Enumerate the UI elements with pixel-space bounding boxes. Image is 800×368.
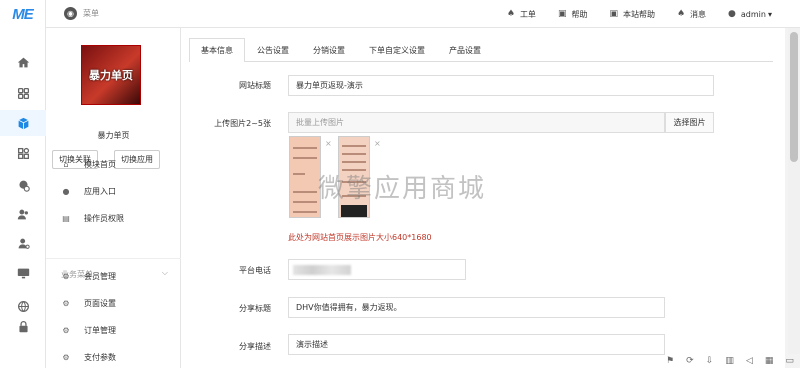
scrollbar[interactable] <box>788 28 800 354</box>
topbar-help[interactable]: ▣ 帮助 <box>558 9 588 20</box>
switch-app-button[interactable]: 切换应用 <box>114 150 160 169</box>
home-icon: ⌂ <box>63 159 69 169</box>
bell-icon: ♠ <box>506 9 515 19</box>
app-logo: ME <box>12 5 34 23</box>
redacted-phone <box>293 265 351 275</box>
caret-down-icon: ▾ <box>767 9 772 19</box>
top-bar: ◉ 菜单 ♠ 工单 ▣ 帮助 ▣ 本站帮助 ♠ 消息 ● admin ▾ <box>46 0 800 28</box>
cube-icon[interactable] <box>0 110 46 136</box>
upload-label: 上传图片2~5张 <box>214 119 271 128</box>
status-bar: ⚑ ⟳ ⇩ ▥ ◁ ▦ ▭ <box>660 354 800 368</box>
tab-item[interactable]: 分销设置 <box>301 38 357 62</box>
upload-input[interactable]: 批量上传图片 <box>288 112 665 133</box>
upload-hint: 此处为网站首页展示图片大小640*1680 <box>288 233 432 242</box>
phone-label: 平台电话 <box>239 266 271 275</box>
monitor-icon[interactable] <box>0 260 46 286</box>
sidebar-item[interactable]: ● 应用入口 <box>60 185 117 197</box>
download-icon[interactable]: ⇩ <box>706 356 714 366</box>
remove-image-icon[interactable]: × <box>325 139 332 148</box>
topbar-label: 消息 <box>690 9 707 19</box>
sidebar-item[interactable]: ⌂ 模块首页 <box>60 158 116 170</box>
topbar-label: admin <box>740 9 766 19</box>
topbar-label: 工单 <box>519 9 536 19</box>
site-title-label: 网站标题 <box>239 81 271 90</box>
tab-bar: 基本信息 公告设置 分销设置 下单自定义设置 产品设置 <box>189 38 773 62</box>
users-icon[interactable] <box>0 201 46 227</box>
sidebar-item[interactable]: ⚙ 订单管理 <box>60 324 116 336</box>
choose-image-button[interactable]: 选择图片 <box>665 112 714 133</box>
bell-icon: ♠ <box>676 9 686 19</box>
share-desc-input[interactable]: 演示描述 <box>288 334 665 355</box>
sidebar-item-label: 应用入口 <box>84 186 116 196</box>
gear-icon: ⚙ <box>62 352 70 362</box>
sidebar-item-label: 页面设置 <box>84 298 116 308</box>
share-title-input[interactable]: DHV你值得拥有，暴力返现。 <box>288 297 665 318</box>
app-name: 暴力单页 <box>97 131 130 140</box>
layers-icon[interactable] <box>0 172 46 198</box>
scroll-thumb[interactable] <box>790 32 798 162</box>
apps-icon[interactable] <box>0 140 46 166</box>
menu-label: 菜单 <box>83 9 99 18</box>
icon-rail: ME <box>0 0 46 368</box>
rocket-icon[interactable]: ⚑ <box>666 356 674 366</box>
app-thumbnail: 暴力单页 <box>81 45 141 105</box>
sidebar-item-label: 会员管理 <box>84 271 116 281</box>
tab-item[interactable]: 产品设置 <box>437 38 493 62</box>
sidebar-item-label: 订单管理 <box>84 325 116 335</box>
remove-image-icon[interactable]: × <box>374 139 381 148</box>
topbar-label: 本站帮助 <box>622 9 655 19</box>
gear-icon: ⚙ <box>62 271 70 281</box>
user-icon: ● <box>728 9 736 19</box>
topbar-messages[interactable]: ♠ 消息 <box>677 9 706 20</box>
divider <box>46 258 181 259</box>
gear-icon: ⚙ <box>62 298 70 308</box>
document-icon: ▤ <box>62 213 70 223</box>
refresh-icon[interactable]: ⟳ <box>686 356 694 366</box>
sidebar-item-label: 操作员权限 <box>84 213 124 223</box>
sidebar-item[interactable]: ▤ 操作员权限 <box>60 212 124 224</box>
tab-item[interactable]: 下单自定义设置 <box>357 38 437 62</box>
tab-item[interactable]: 基本信息 <box>189 38 245 62</box>
book-icon: ▣ <box>609 9 618 19</box>
site-title-input[interactable]: 暴力单页返现-演示 <box>288 75 714 96</box>
book-icon: ▣ <box>557 9 567 19</box>
chat-icon: ● <box>62 186 70 196</box>
sidebar-item[interactable]: ⚙ 页面设置 <box>60 297 116 309</box>
tab-item[interactable]: 公告设置 <box>245 38 301 62</box>
sidebar-item[interactable]: ⚙ 会员管理 <box>60 270 116 282</box>
chevron-down-icon[interactable]: ⌵ <box>162 268 168 278</box>
watermark: 微擎应用商城 <box>318 174 487 204</box>
uploaded-image <box>289 136 321 218</box>
globe-icon: ◉ <box>64 7 77 20</box>
share-title-label: 分享标题 <box>239 304 271 313</box>
sidebar-item-label: 模块首页 <box>84 159 116 169</box>
sidebar-item[interactable]: ⚙ 支付参数 <box>60 351 116 363</box>
grid-icon[interactable]: ▦ <box>765 356 774 366</box>
topbar-site-help[interactable]: ▣ 本站帮助 <box>609 9 655 20</box>
topbar-user[interactable]: ● admin ▾ <box>728 9 772 19</box>
lock-icon[interactable] <box>0 313 46 339</box>
volume-icon[interactable]: ◁ <box>746 356 753 366</box>
topbar-label: 帮助 <box>571 9 588 19</box>
user-settings-icon[interactable] <box>0 230 46 256</box>
home-icon[interactable] <box>0 49 46 75</box>
sidebar-item-label: 支付参数 <box>84 352 116 362</box>
module-sidebar: 暴力单页 暴力单页 切换关联 切换应用 ⌂ 模块首页 ● 应用入口 ▤ 操作员权限 业务菜… <box>46 28 181 368</box>
share-desc-label: 分享描述 <box>239 342 271 351</box>
topbar-ticket[interactable]: ♠ 工单 <box>507 9 536 20</box>
trash-icon[interactable]: ▥ <box>725 356 734 366</box>
grid-icon[interactable] <box>0 80 46 106</box>
menu-toggle[interactable]: ◉ 菜单 <box>64 7 99 20</box>
window-icon[interactable]: ▭ <box>785 356 794 366</box>
gear-icon: ⚙ <box>62 325 70 335</box>
